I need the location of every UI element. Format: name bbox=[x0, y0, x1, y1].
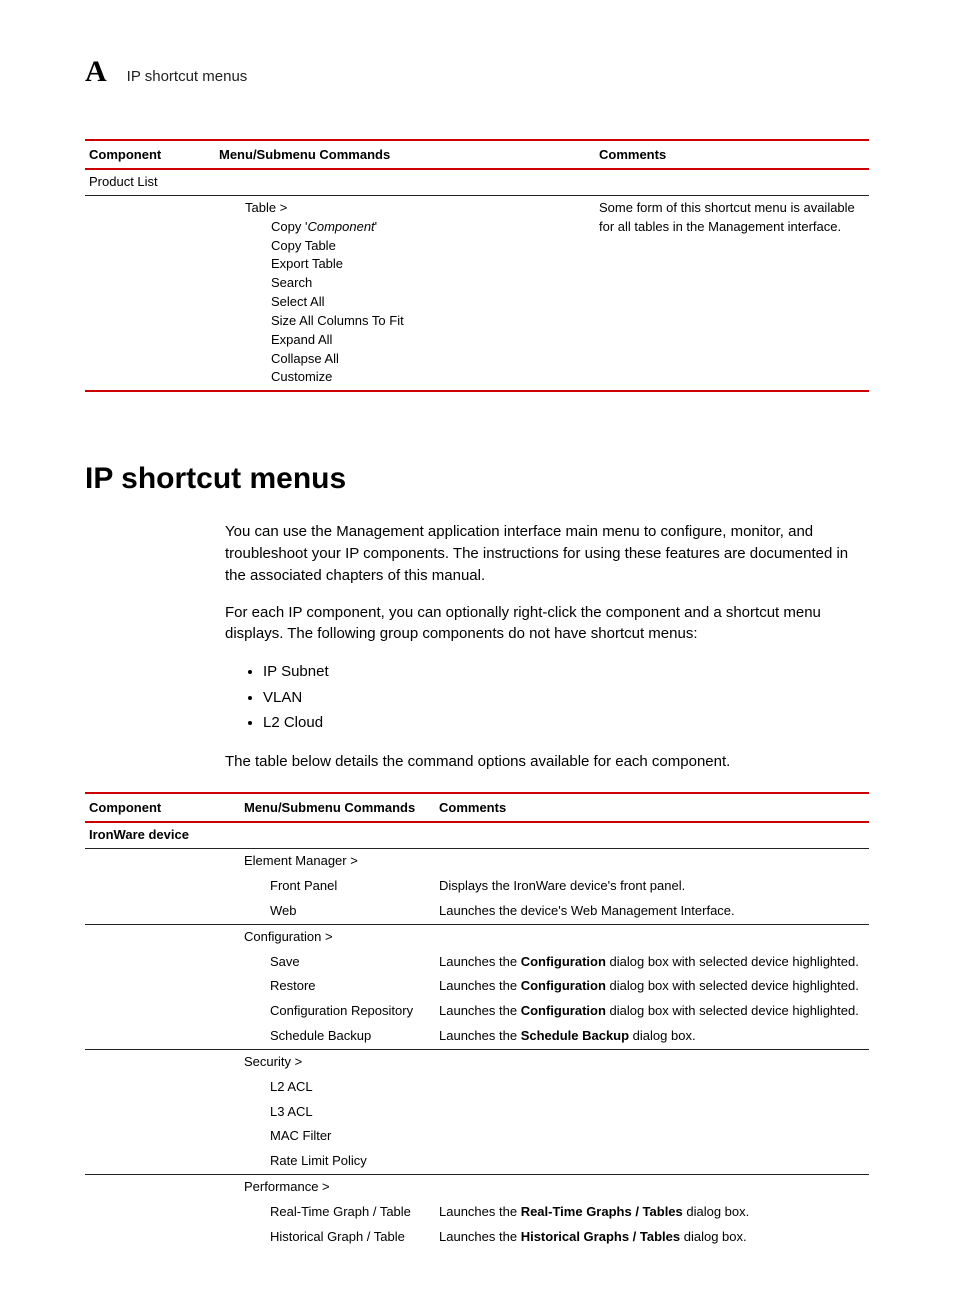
component-cell: IronWare device bbox=[85, 822, 240, 848]
menu-item: Collapse All bbox=[219, 350, 591, 369]
list-item: VLAN bbox=[263, 685, 869, 711]
col-header-menu: Menu/Submenu Commands bbox=[215, 140, 595, 169]
table-row: IronWare device bbox=[85, 822, 869, 848]
menu-item: L3 ACL bbox=[244, 1103, 431, 1122]
menu-item: Save bbox=[244, 953, 431, 972]
col-header-component: Component bbox=[85, 140, 215, 169]
table-row: Table > Copy 'Component' Copy Table Expo… bbox=[85, 195, 869, 390]
table-row: Front Panel Displays the IronWare device… bbox=[85, 874, 869, 899]
menu-item: Front Panel bbox=[244, 877, 431, 896]
menu-item: Restore bbox=[244, 977, 431, 996]
comments-cell: Launches the Real-Time Graphs / Tables d… bbox=[435, 1200, 869, 1225]
menu-item: Schedule Backup bbox=[244, 1027, 431, 1046]
page-header: A IP shortcut menus bbox=[85, 55, 869, 89]
comments-cell: Launches the Configuration dialog box wi… bbox=[435, 974, 869, 999]
menu-parent: Performance > bbox=[240, 1175, 435, 1200]
body-paragraph: For each IP component, you can optionall… bbox=[225, 602, 869, 646]
col-header-comments: Comments bbox=[595, 140, 869, 169]
menu-item: Select All bbox=[219, 293, 591, 312]
appendix-letter: A bbox=[85, 55, 107, 89]
menu-item: Search bbox=[219, 274, 591, 293]
col-header-component: Component bbox=[85, 793, 240, 822]
table-row: Product List bbox=[85, 169, 869, 195]
menu-item-italic: Component bbox=[307, 219, 374, 234]
table-header-row: Component Menu/Submenu Commands Comments bbox=[85, 793, 869, 822]
table-row: Real-Time Graph / Table Launches the Rea… bbox=[85, 1200, 869, 1225]
menu-item: Size All Columns To Fit bbox=[219, 312, 591, 331]
menu-item: Real-Time Graph / Table bbox=[244, 1203, 431, 1222]
menu-item: Copy Table bbox=[219, 237, 591, 256]
menu-item: Expand All bbox=[219, 331, 591, 350]
menu-item: Customize bbox=[219, 368, 591, 387]
menu-item: Configuration Repository bbox=[244, 1002, 431, 1021]
body-paragraph: You can use the Management application i… bbox=[225, 521, 869, 586]
table-row: MAC Filter bbox=[85, 1124, 869, 1149]
comments-cell: Displays the IronWare device's front pan… bbox=[435, 874, 869, 899]
menu-cell: Table > Copy 'Component' Copy Table Expo… bbox=[215, 195, 595, 390]
comments-cell: Launches the Configuration dialog box wi… bbox=[435, 999, 869, 1024]
table-row: L3 ACL bbox=[85, 1100, 869, 1125]
menu-item: Export Table bbox=[219, 255, 591, 274]
list-item: IP Subnet bbox=[263, 659, 869, 685]
table-header-row: Component Menu/Submenu Commands Comments bbox=[85, 140, 869, 169]
section-heading: IP shortcut menus bbox=[85, 462, 869, 496]
body-paragraph: The table below details the command opti… bbox=[225, 751, 869, 773]
menu-parent: Security > bbox=[240, 1049, 435, 1074]
menu-parent: Element Manager > bbox=[240, 849, 435, 874]
comments-cell: Launches the Schedule Backup dialog box. bbox=[435, 1024, 869, 1049]
component-cell: Product List bbox=[85, 169, 215, 195]
menu-item: Web bbox=[244, 902, 431, 921]
comments-cell: Some form of this shortcut menu is avail… bbox=[595, 195, 869, 390]
menu-item: Rate Limit Policy bbox=[244, 1152, 431, 1171]
table-row: Configuration Repository Launches the Co… bbox=[85, 999, 869, 1024]
comments-cell: Launches the Configuration dialog box wi… bbox=[435, 950, 869, 975]
table-row: Historical Graph / Table Launches the Hi… bbox=[85, 1225, 869, 1250]
header-title: IP shortcut menus bbox=[127, 68, 248, 85]
menu-item: MAC Filter bbox=[244, 1127, 431, 1146]
comments-cell: Launches the Historical Graphs / Tables … bbox=[435, 1225, 869, 1250]
menu-item: L2 ACL bbox=[244, 1078, 431, 1097]
menu-parent: Configuration > bbox=[240, 924, 435, 949]
list-item: L2 Cloud bbox=[263, 710, 869, 736]
table-product-list: Component Menu/Submenu Commands Comments… bbox=[85, 139, 869, 392]
comments-cell: Launches the device's Web Management Int… bbox=[435, 899, 869, 924]
menu-parent: Table > bbox=[219, 199, 591, 218]
col-header-comments: Comments bbox=[435, 793, 869, 822]
table-ironware: Component Menu/Submenu Commands Comments… bbox=[85, 792, 869, 1249]
table-row: L2 ACL bbox=[85, 1075, 869, 1100]
table-row: Schedule Backup Launches the Schedule Ba… bbox=[85, 1024, 869, 1049]
table-row: Rate Limit Policy bbox=[85, 1149, 869, 1174]
table-row: Web Launches the device's Web Management… bbox=[85, 899, 869, 924]
table-row: Configuration > bbox=[85, 924, 869, 949]
table-row: Element Manager > bbox=[85, 849, 869, 874]
table-row: Save Launches the Configuration dialog b… bbox=[85, 950, 869, 975]
table-row: Restore Launches the Configuration dialo… bbox=[85, 974, 869, 999]
menu-item: Historical Graph / Table bbox=[244, 1228, 431, 1247]
table-row: Security > bbox=[85, 1049, 869, 1074]
menu-item: Copy 'Component' bbox=[219, 218, 591, 237]
bullet-list: IP Subnet VLAN L2 Cloud bbox=[225, 659, 869, 736]
table-row: Performance > bbox=[85, 1175, 869, 1200]
col-header-menu: Menu/Submenu Commands bbox=[240, 793, 435, 822]
page-container: A IP shortcut menus Component Menu/Subme… bbox=[0, 0, 954, 1310]
